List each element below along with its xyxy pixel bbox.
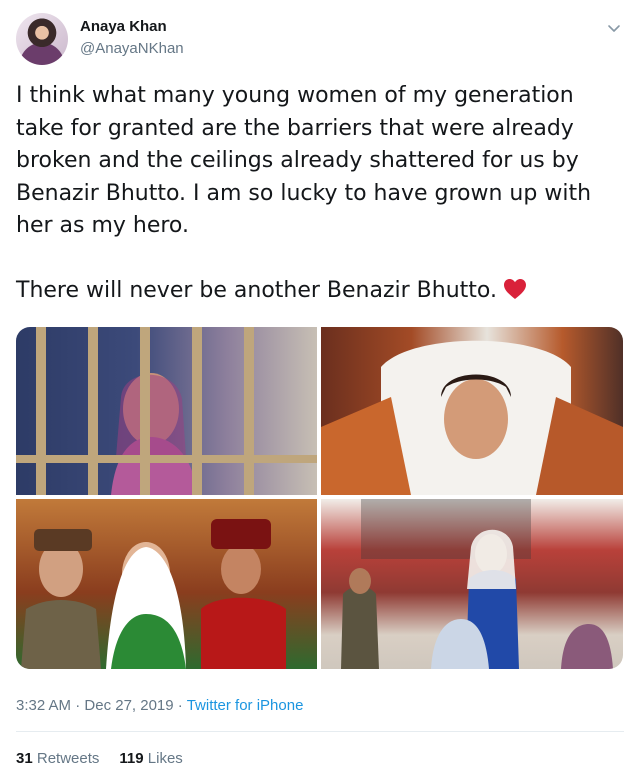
tweet-source-link[interactable]: Twitter for iPhone — [187, 697, 304, 714]
tweet-time[interactable]: 3:32 AM — [16, 697, 71, 714]
retweets-stat[interactable]: 31 Retweets — [16, 750, 99, 767]
likes-label: Likes — [147, 750, 183, 767]
photo-1[interactable] — [16, 327, 317, 495]
tweet-stats: 31 Retweets 119 Likes — [16, 750, 183, 767]
photo-4[interactable] — [321, 499, 623, 669]
tweet-paragraph-1: I think what many young women of my gene… — [16, 83, 592, 238]
divider — [16, 731, 624, 732]
meta-separator: · — [75, 697, 81, 714]
avatar[interactable] — [16, 13, 68, 65]
retweets-count: 31 — [16, 750, 33, 767]
author-display-name[interactable]: Anaya Khan — [80, 18, 167, 35]
media-grid — [16, 327, 623, 669]
retweets-label: Retweets — [36, 750, 100, 767]
photo-3[interactable] — [16, 499, 317, 669]
tweet-date[interactable]: Dec 27, 2019 — [84, 697, 173, 714]
tweet-card: Anaya Khan @AnayaNKhan I think what many… — [0, 0, 640, 784]
likes-count: 119 — [119, 750, 144, 767]
likes-stat[interactable]: 119 Likes — [119, 750, 182, 767]
tweet-text: I think what many young women of my gene… — [16, 80, 622, 310]
tweet-paragraph-2-text: There will never be another Benazir Bhut… — [16, 277, 497, 303]
red-heart-icon — [503, 278, 527, 311]
chevron-down-icon[interactable] — [606, 20, 622, 36]
author-handle[interactable]: @AnayaNKhan — [80, 40, 184, 57]
tweet-header: Anaya Khan @AnayaNKhan — [14, 12, 626, 66]
tweet-meta: 3:32 AM · Dec 27, 2019 · Twitter for iPh… — [16, 697, 303, 714]
photo-2[interactable] — [321, 327, 623, 495]
tweet-paragraph-2: There will never be another Benazir Bhut… — [16, 275, 622, 311]
meta-separator-2: · — [177, 697, 183, 714]
